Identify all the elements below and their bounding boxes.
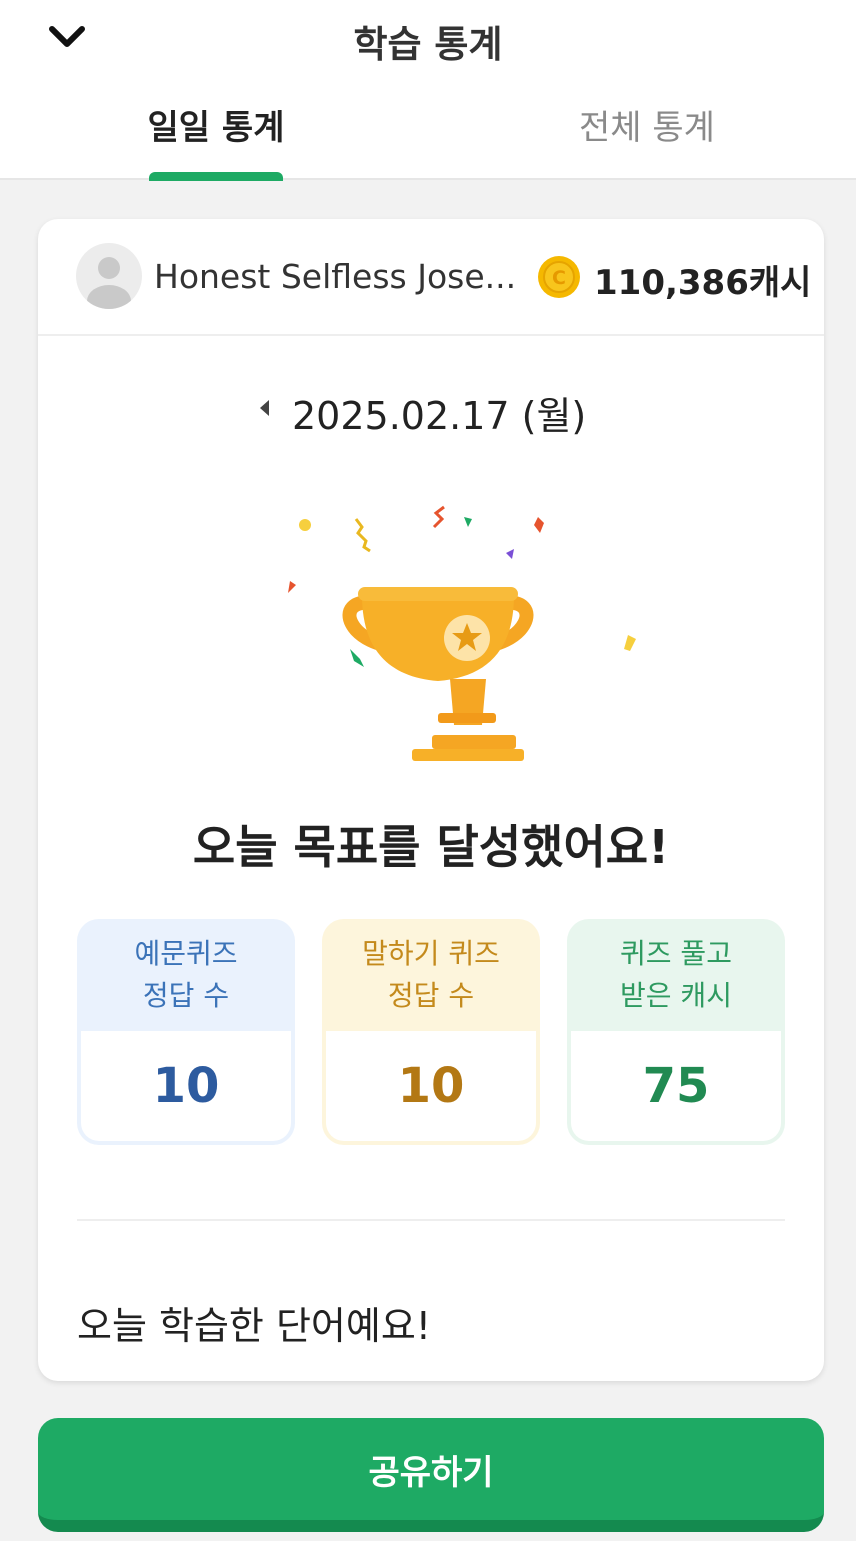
stat-label: 퀴즈 풀고: [620, 937, 732, 970]
tab-total-stats[interactable]: 전체 통계: [497, 100, 797, 149]
default-avatar-icon: [87, 257, 131, 309]
trophy-icon: [288, 505, 636, 761]
stat-label: 받은 캐시: [620, 979, 732, 1012]
page-title: 학습 통계: [353, 23, 503, 66]
user-name: Honest Selfless Jose...: [154, 257, 517, 296]
stat-value: 10: [81, 1031, 291, 1141]
caret-left-icon: [260, 400, 269, 416]
top-bar: 학습 통계 일일 통계 전체 통계: [0, 0, 856, 181]
daily-stats-card: Honest Selfless Jose... C 110,386캐시 2025…: [38, 219, 824, 1381]
previous-date-button[interactable]: [252, 393, 276, 423]
active-tab-indicator: [149, 172, 283, 181]
stat-label: 정답 수: [142, 979, 230, 1012]
learned-words-heading: 오늘 학습한 단어예요!: [77, 1304, 432, 1348]
share-button[interactable]: 공유하기: [38, 1418, 824, 1532]
profile-row: Honest Selfless Jose... C 110,386캐시: [38, 219, 824, 336]
date-text: 2025.02.17 (월): [292, 394, 587, 438]
stat-value: 10: [326, 1031, 536, 1141]
svg-text:C: C: [552, 267, 566, 289]
stat-card-quiz-cash: 퀴즈 풀고 받은 캐시 75: [567, 919, 785, 1145]
stat-card-example-quiz: 예문퀴즈 정답 수 10: [77, 919, 295, 1145]
achievement-message: 오늘 목표를 달성했어요!: [192, 820, 670, 874]
divider: [77, 1219, 785, 1221]
stat-card-speaking-quiz: 말하기 퀴즈 정답 수 10: [322, 919, 540, 1145]
avatar: [76, 243, 142, 309]
stat-label: 말하기 퀴즈: [362, 937, 500, 970]
coin-icon: C: [538, 256, 580, 298]
tab-daily-stats[interactable]: 일일 통계: [66, 100, 366, 149]
cash-amount: 110,386캐시: [594, 263, 812, 303]
stat-label: 예문퀴즈: [134, 937, 238, 970]
stat-value: 75: [571, 1031, 781, 1141]
stat-label: 정답 수: [387, 979, 475, 1012]
date-selector: 2025.02.17 (월): [38, 379, 824, 439]
